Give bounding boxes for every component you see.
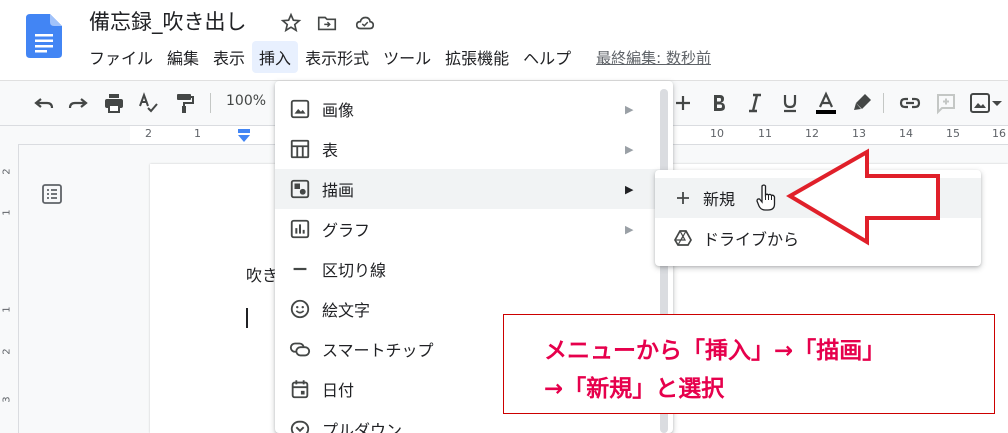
smart-chip-icon	[289, 342, 311, 357]
text-cursor	[246, 308, 248, 328]
menu-item-label: 画像	[322, 101, 355, 120]
menu-bar: ファイル 編集 表示 挿入 表示形式 ツール 拡張機能 ヘルプ 最終編集: 数秒…	[82, 41, 711, 73]
chart-icon	[290, 219, 310, 239]
ruler-number: 13	[852, 127, 866, 140]
ruler-number: 16	[992, 127, 1006, 140]
dropdown-icon	[290, 420, 310, 433]
ruler-number: 10	[710, 127, 724, 140]
toolbar-separator	[210, 93, 211, 113]
ruler-number: 1	[1, 209, 13, 216]
highlight-icon[interactable]	[850, 91, 874, 115]
menu-item-label: 区切り線	[322, 261, 387, 280]
annotation-arrow-icon	[786, 148, 940, 246]
star-icon[interactable]	[280, 12, 302, 34]
document-body-text[interactable]: 吹き	[246, 262, 278, 286]
indent-marker-icon[interactable]	[236, 129, 252, 143]
document-title[interactable]: 備忘録_吹き出し	[89, 6, 247, 36]
submenu-arrow-icon: ▶	[625, 182, 634, 196]
calendar-icon	[291, 380, 309, 399]
table-icon	[290, 139, 310, 159]
vertical-ruler[interactable]: 2 1 1 2 3	[0, 144, 19, 433]
ruler-number: 3	[1, 396, 13, 403]
ruler-number: 15	[946, 127, 960, 140]
menu-item-label: スマートチップ	[322, 341, 434, 360]
paint-format-icon[interactable]	[172, 91, 196, 115]
hand-pointer-icon	[756, 184, 776, 211]
menu-item-horizontal-line[interactable]: 区切り線	[275, 249, 660, 289]
link-icon[interactable]	[898, 91, 922, 115]
menu-file[interactable]: ファイル	[82, 41, 160, 73]
move-folder-icon[interactable]	[316, 12, 338, 34]
menu-item-label: 絵文字	[322, 301, 371, 320]
menu-item-label: 日付	[322, 381, 355, 400]
menu-item-table[interactable]: 表 ▶	[275, 129, 660, 169]
menu-item-chart[interactable]: グラフ ▶	[275, 209, 660, 249]
toolbar-separator	[883, 93, 884, 113]
drive-icon	[674, 230, 692, 246]
chevron-down-icon[interactable]	[990, 91, 1004, 115]
underline-icon[interactable]	[778, 91, 802, 115]
redo-icon[interactable]	[66, 91, 90, 115]
horizontal-line-icon	[293, 267, 307, 271]
annotation-box: メニューから「挿入」→「描画」 →「新規」と選択	[503, 314, 995, 414]
ruler-number: 2	[145, 127, 152, 140]
document-outline-icon[interactable]	[40, 182, 64, 206]
menu-edit[interactable]: 編集	[160, 41, 206, 73]
ruler-number: 2	[1, 168, 13, 175]
undo-icon[interactable]	[32, 91, 56, 115]
bold-icon[interactable]	[707, 91, 731, 115]
menu-item-label: 表	[322, 141, 339, 160]
text-color-icon[interactable]	[814, 91, 838, 115]
annotation-line-2: →「新規」と選択	[544, 376, 725, 402]
menu-help[interactable]: ヘルプ	[516, 41, 578, 73]
drawing-icon	[290, 179, 310, 199]
submenu-item-label: 新規	[703, 190, 736, 209]
ruler-number: 14	[899, 127, 913, 140]
plus-icon[interactable]	[671, 91, 695, 115]
plus-icon	[677, 192, 689, 204]
menu-item-image[interactable]: 画像 ▶	[275, 89, 660, 129]
title-bar: 備忘録_吹き出し ファイル 編集 表示 挿入 表示形式 ツール 拡張機能 ヘルプ…	[0, 0, 1008, 80]
submenu-arrow-icon: ▶	[625, 102, 634, 116]
menu-tools[interactable]: ツール	[376, 41, 438, 73]
menu-format[interactable]: 表示形式	[298, 41, 376, 73]
menu-item-label: 描画	[322, 181, 355, 200]
ruler-number: 1	[1, 306, 13, 313]
menu-view[interactable]: 表示	[206, 41, 252, 73]
spellcheck-icon[interactable]	[136, 91, 160, 115]
ruler-left-margin	[0, 126, 130, 145]
docs-logo-icon[interactable]	[26, 14, 62, 58]
image-icon[interactable]	[968, 91, 992, 115]
menu-insert[interactable]: 挿入	[252, 41, 299, 73]
ruler-number: 11	[758, 127, 772, 140]
italic-icon[interactable]	[743, 91, 767, 115]
submenu-arrow-icon: ▶	[625, 222, 634, 236]
ruler-number: 1	[194, 127, 201, 140]
ruler-number: 12	[805, 127, 819, 140]
image-icon	[290, 99, 310, 119]
menu-extensions[interactable]: 拡張機能	[438, 41, 516, 73]
print-icon[interactable]	[102, 91, 126, 115]
cloud-saved-icon[interactable]	[354, 12, 376, 34]
emoji-icon	[290, 299, 310, 319]
menu-item-label: グラフ	[322, 221, 371, 240]
comment-icon[interactable]	[934, 91, 958, 115]
submenu-arrow-icon: ▶	[625, 142, 634, 156]
ruler-number: 2	[1, 348, 13, 355]
zoom-select[interactable]: 100%	[226, 93, 266, 109]
last-edit-link[interactable]: 最終編集: 数秒前	[596, 47, 711, 68]
menu-item-drawing[interactable]: 描画 ▶	[275, 169, 660, 209]
annotation-line-1: メニューから「挿入」→「描画」	[544, 338, 886, 364]
menu-item-label: プルダウン	[322, 421, 403, 433]
